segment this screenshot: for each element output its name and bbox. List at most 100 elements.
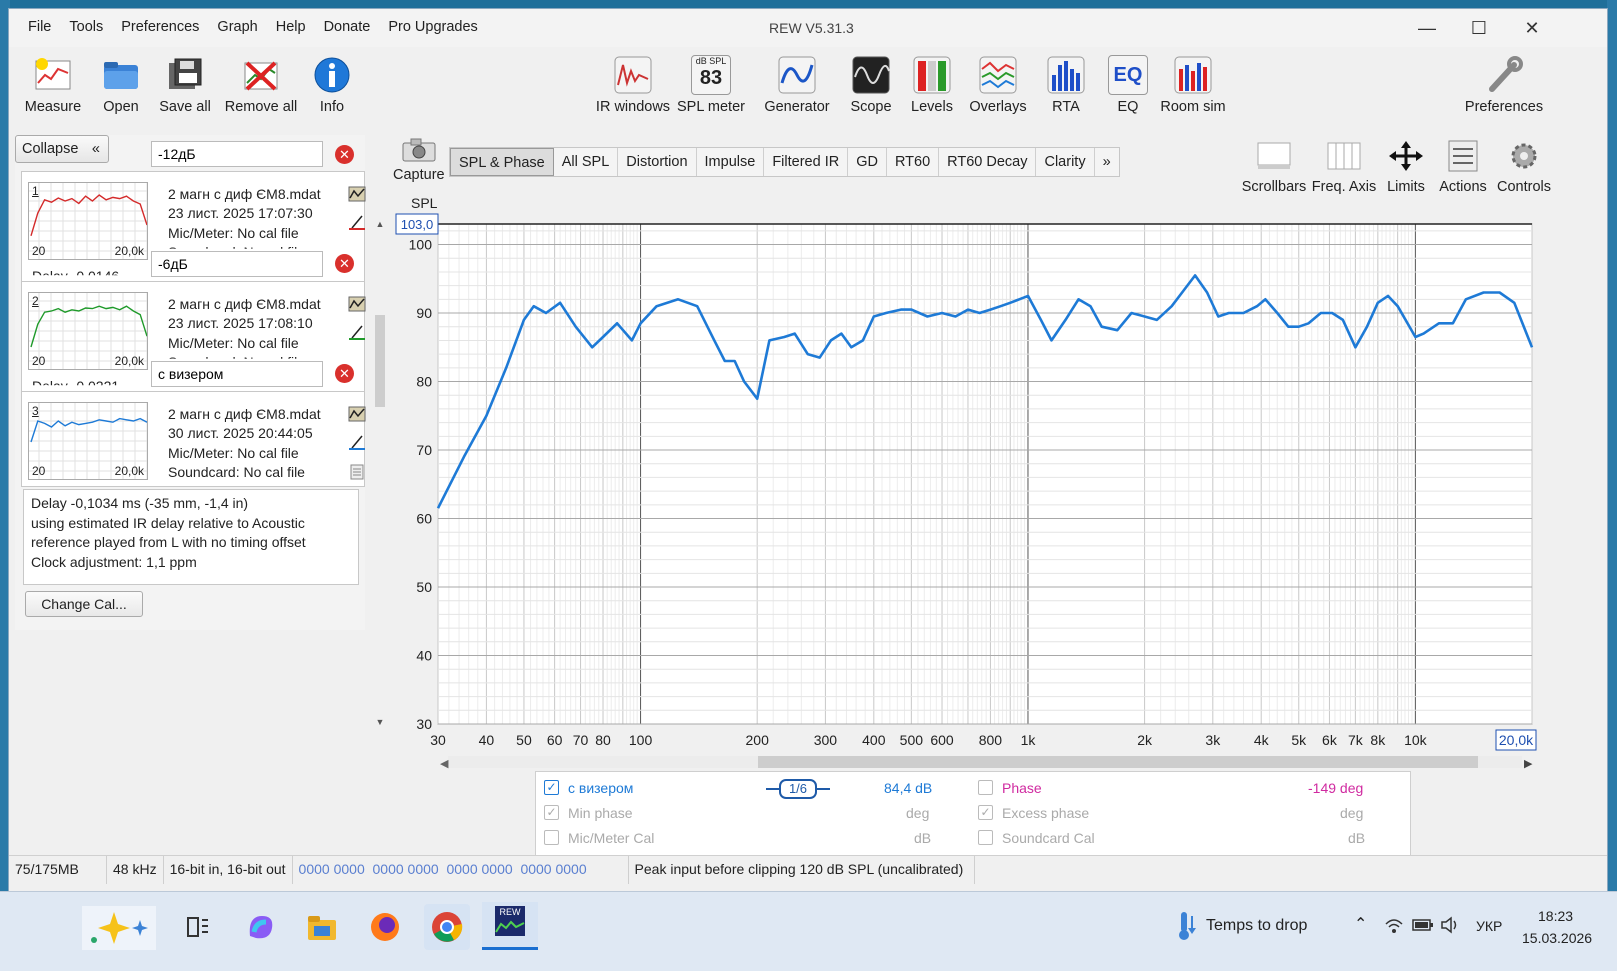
remove-measurement-1-icon[interactable]: ✕	[335, 145, 354, 164]
measurement-card-3[interactable]: 3 20 20,0k 2 магн с диф ЄМ8.mdat 30 лист…	[21, 391, 366, 487]
line-color-icon-3[interactable]	[348, 434, 366, 450]
spl-chart-svg[interactable]: 100 90 80 70 60 50 40 3030 40 50 60 70 80 100 200 300 40…	[389, 194, 1549, 774]
scrollbar-thumb[interactable]	[375, 315, 385, 407]
graph-hscroll-thumb[interactable]	[758, 756, 1478, 768]
remove-measurement-3-icon[interactable]: ✕	[335, 364, 354, 383]
eq-button[interactable]: EQ EQ	[1103, 55, 1153, 115]
phase-checkbox[interactable]	[978, 780, 993, 795]
measurement-file-3: 2 магн с диф ЄМ8.mdat	[168, 406, 321, 422]
line-color-icon-2[interactable]	[348, 324, 366, 340]
graph-color-icon-1[interactable]	[348, 186, 366, 202]
menu-graph[interactable]: Graph	[208, 19, 266, 35]
measurement-name-input-1[interactable]	[151, 141, 323, 167]
capture-button[interactable]: Capture	[393, 137, 445, 183]
scrollbars-button[interactable]: Scrollbars	[1239, 139, 1309, 195]
collapse-button[interactable]: Collapse «	[15, 135, 109, 163]
notes-icon-3[interactable]	[348, 464, 366, 480]
open-button[interactable]: Open	[93, 55, 149, 115]
tab-rt60-decay[interactable]: RT60 Decay	[939, 148, 1037, 176]
scroll-left-icon[interactable]: ◀	[440, 758, 449, 770]
x-tick-label: 400	[862, 732, 886, 748]
generator-icon	[778, 56, 816, 94]
graph-color-icon-2[interactable]	[348, 296, 366, 312]
limits-button[interactable]: Limits	[1381, 139, 1431, 195]
menu-donate[interactable]: Donate	[315, 19, 380, 35]
room-sim-button[interactable]: Room sim	[1155, 55, 1231, 115]
measurement-date-1: 23 лист. 2025 17:07:30	[168, 205, 313, 221]
copilot-app-icon[interactable]	[244, 910, 278, 944]
menu-pro-upgrades[interactable]: Pro Upgrades	[379, 19, 486, 35]
volume-icon[interactable]	[1440, 916, 1462, 934]
info-button[interactable]: Info	[307, 55, 357, 115]
freq-axis-button[interactable]: Freq. Axis	[1311, 139, 1377, 195]
save-all-button[interactable]: Save all	[155, 55, 215, 115]
tab-filtered-ir[interactable]: Filtered IR	[764, 148, 849, 176]
language-indicator[interactable]: УКР	[1476, 918, 1502, 934]
change-cal-button[interactable]: Change Cal...	[25, 591, 143, 617]
soundcard-cal-checkbox[interactable]	[978, 830, 993, 845]
levels-button[interactable]: Levels	[905, 55, 959, 115]
controls-button[interactable]: Controls	[1493, 139, 1555, 195]
overlays-button[interactable]: Overlays	[965, 55, 1031, 115]
spl-meter-button[interactable]: dB SPL 83 SPL meter	[675, 55, 747, 115]
chrome-icon[interactable]	[424, 904, 470, 950]
minimize-button[interactable]: —	[1404, 13, 1450, 43]
clock-time[interactable]: 18:23	[1538, 908, 1573, 924]
tab-rt60[interactable]: RT60	[887, 148, 940, 176]
measurement-name-input-3[interactable]	[151, 361, 323, 387]
tray-overflow-icon[interactable]: ⌃	[1354, 914, 1367, 934]
clock-date[interactable]: 15.03.2026	[1522, 930, 1592, 946]
scroll-up-icon[interactable]: ▲	[373, 219, 387, 229]
x-tick-label: 20,0k	[1499, 732, 1534, 748]
maximize-button[interactable]: ☐	[1456, 13, 1502, 43]
smoothing-selector[interactable]: 1/6	[766, 778, 830, 800]
double-chevron-left-icon: «	[91, 141, 100, 157]
scroll-right-icon[interactable]: ▶	[1524, 758, 1533, 770]
spl-graph[interactable]: 100 90 80 70 60 50 40 30 30 40 50 60 70 80 100 200 300 40…	[389, 194, 1549, 774]
measurement-name-input-2[interactable]	[151, 251, 323, 277]
preferences-button[interactable]: Preferences	[1461, 55, 1547, 115]
tab-all-spl[interactable]: All SPL	[554, 148, 619, 176]
x-tick-label: 600	[930, 732, 954, 748]
panel-scrollbar[interactable]: ▲ ▼	[373, 219, 387, 727]
gear-icon	[1511, 143, 1537, 169]
window-title: REW V5.31.3	[769, 20, 854, 36]
task-view-icon[interactable]	[184, 914, 212, 942]
firefox-icon[interactable]	[368, 910, 402, 944]
actions-button[interactable]: Actions	[1435, 139, 1491, 195]
generator-button[interactable]: Generator	[761, 55, 833, 115]
line-color-icon-1[interactable]	[348, 214, 366, 230]
mic-cal-checkbox[interactable]	[544, 830, 559, 845]
rta-button[interactable]: RTA	[1041, 55, 1091, 115]
measure-button[interactable]: Measure	[21, 55, 85, 115]
scroll-down-icon[interactable]: ▼	[373, 717, 387, 727]
x-tick-label: 8k	[1370, 732, 1386, 748]
menu-preferences[interactable]: Preferences	[112, 19, 208, 35]
ir-windows-button[interactable]: IR windows	[593, 55, 673, 115]
copilot-sparkle-icon[interactable]	[82, 906, 156, 950]
close-window-button[interactable]: ✕	[1509, 13, 1555, 43]
scope-button[interactable]: Scope	[843, 55, 899, 115]
file-explorer-icon[interactable]	[306, 912, 338, 942]
tab-clarity[interactable]: Clarity	[1036, 148, 1095, 176]
rew-taskbar-icon[interactable]: REW	[482, 902, 538, 950]
menu-help[interactable]: Help	[267, 19, 315, 35]
min-phase-checkbox[interactable]: ✓	[544, 805, 559, 820]
menu-tools[interactable]: Tools	[60, 19, 112, 35]
tabs-more-button[interactable]: »	[1095, 148, 1119, 176]
menu-file[interactable]: File	[19, 19, 60, 35]
battery-icon[interactable]	[1412, 918, 1434, 932]
wifi-icon[interactable]	[1384, 916, 1404, 936]
weather-text[interactable]: Temps to drop	[1206, 917, 1307, 935]
remove-all-button[interactable]: Remove all	[223, 55, 299, 115]
remove-measurement-2-icon[interactable]: ✕	[335, 254, 354, 273]
room-sim-icon	[1174, 56, 1212, 94]
tab-distortion[interactable]: Distortion	[618, 148, 697, 176]
series-visible-checkbox[interactable]: ✓	[544, 780, 559, 795]
info-icon	[314, 57, 350, 93]
tab-impulse[interactable]: Impulse	[697, 148, 765, 176]
excess-phase-checkbox[interactable]: ✓	[978, 805, 993, 820]
tab-spl-phase[interactable]: SPL & Phase	[450, 148, 554, 176]
graph-color-icon-3[interactable]	[348, 406, 366, 422]
tab-gd[interactable]: GD	[848, 148, 887, 176]
